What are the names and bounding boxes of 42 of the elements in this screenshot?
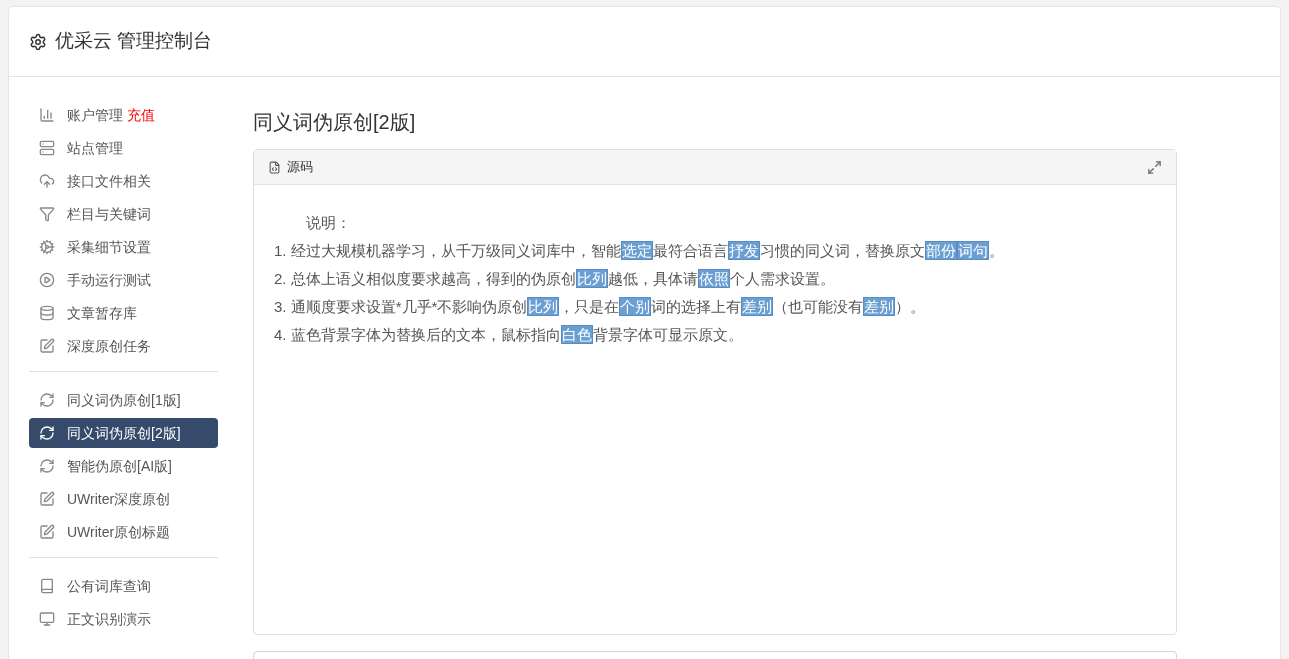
sidebar-item[interactable]: UWriter原创标题 [29,517,218,547]
sidebar-item[interactable]: 手动运行测试 [29,265,218,295]
sidebar-item[interactable]: 接口文件相关 [29,166,218,196]
gears-icon [39,239,55,255]
cloud-upload-icon [39,173,55,189]
sidebar-item[interactable]: 正文识别演示 [29,604,218,634]
database-icon [39,305,55,321]
sidebar-item[interactable]: 栏目与关键词 [29,199,218,229]
sidebar-item[interactable]: 同义词伪原创[2版] [29,418,218,448]
edit-icon [39,338,55,354]
sidebar-item[interactable]: 文章暂存库 [29,298,218,328]
page-heading: 同义词伪原创[2版] [253,110,417,135]
sidebar-item[interactable]: UWriter深度原创 [29,484,218,514]
sidebar-item[interactable]: 同义词伪原创[1版] [29,385,218,415]
note-line: 1. 经过大规模机器学习，从千万级同义词库中，智能选定最符合语言抒发习惯的同义词，替换原文部份词句。 [274,240,1005,262]
sidebar-item[interactable]: 深度原创任务 [29,331,218,361]
play-icon [39,272,55,288]
sidebar-item[interactable]: 站点管理 [29,133,218,163]
edit-icon [39,524,55,540]
refresh-icon [39,392,55,408]
sidebar-item[interactable]: 公有词库查询 [29,571,218,601]
filter-icon [39,206,55,222]
book-icon [39,578,55,594]
sidebar-item[interactable]: 智能伪原创[AI版] [29,451,218,481]
console-title: 优采云 管理控制台 [55,29,213,54]
note-line: 3. 通顺度要求设置*几乎*不影响伪原创比列，只是在个别词的选择上有差别（也可能没有差别）。 [274,296,927,318]
note-line: 4. 蓝色背景字体为替换后的文本，鼠标指向 白色背景字体可显示原文。 [274,324,744,346]
panel-title: 源码 [287,158,313,177]
sidebar-item[interactable]: 账户管理 充值 [29,100,218,130]
sidebar-item[interactable]: 采集细节设置 [29,232,218,262]
refresh-icon [39,458,55,474]
code-file-icon [268,160,281,174]
settings-icon [29,32,47,51]
note-heading: 说明： [305,213,352,233]
refresh-icon [39,425,55,441]
recharge-link[interactable]: 充值 [127,104,155,126]
note-line: 2. 总体上语义相似度要求越高，得到的伪原创比列越低，具体请依照个人需求设置。 [274,268,836,290]
fullscreen-icon[interactable] [1147,159,1162,175]
edit-icon [39,491,55,507]
monitor-icon [39,611,55,627]
bar-chart-icon [39,107,55,123]
server-icon [39,140,55,156]
